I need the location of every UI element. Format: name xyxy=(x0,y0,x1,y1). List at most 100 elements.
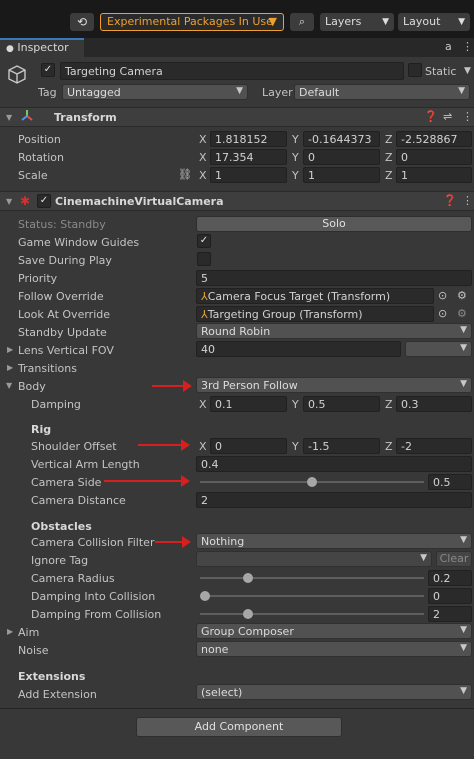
damping-z-field[interactable]: 0.3 xyxy=(396,396,472,412)
damping-into-collision-field[interactable]: 0 xyxy=(428,588,472,604)
slider-knob[interactable] xyxy=(242,609,253,619)
position-y-field[interactable]: -0.1644373 xyxy=(303,131,380,147)
layers-dropdown[interactable]: Layers ▼ xyxy=(320,13,394,31)
solo-button[interactable]: Solo xyxy=(196,216,472,232)
object-picker-icon[interactable]: ⊙ xyxy=(438,289,447,302)
lens-vertical-fov-label: Lens Vertical FOV xyxy=(18,344,114,357)
tag-dropdown[interactable]: Untagged ▼ xyxy=(62,84,248,100)
rotation-x-field[interactable]: 17.354 xyxy=(210,149,287,165)
camera-distance-field[interactable]: 2 xyxy=(196,492,472,508)
position-z-field[interactable]: -2.528867 xyxy=(396,131,472,147)
slider-knob[interactable] xyxy=(307,477,317,487)
save-during-play-checkbox[interactable] xyxy=(197,252,211,266)
position-label: Position xyxy=(18,133,61,146)
add-extension-dropdown[interactable]: (select) ▼ xyxy=(196,684,472,700)
fold-arrow-icon[interactable]: ▶ xyxy=(7,363,13,372)
ignore-tag-dropdown[interactable]: ▼ xyxy=(196,551,432,567)
gear-icon[interactable]: ⚙ xyxy=(457,307,467,320)
damping-into-collision-slider[interactable] xyxy=(200,587,424,605)
layout-label: Layout xyxy=(403,15,441,28)
chevron-down-icon: ▼ xyxy=(236,86,243,96)
shoulder-y-field[interactable]: -1.5 xyxy=(303,438,380,454)
camera-side-field[interactable]: 0.5 xyxy=(428,474,472,490)
camera-collision-filter-dropdown[interactable]: Nothing ▼ xyxy=(196,533,472,549)
chevron-down-icon: ▼ xyxy=(420,553,427,563)
chevron-down-icon: ▼ xyxy=(460,325,467,335)
annotation-arrow xyxy=(152,380,192,392)
rotation-y-field[interactable]: 0 xyxy=(303,149,380,165)
annotation-arrow xyxy=(104,475,190,487)
body-dropdown[interactable]: 3rd Person Follow ▼ xyxy=(196,377,472,393)
link-scale-icon[interactable]: ⛓ xyxy=(178,168,192,181)
static-dropdown-icon[interactable]: ▼ xyxy=(464,66,471,76)
gear-icon[interactable]: ⚙ xyxy=(457,289,467,302)
history-icon[interactable]: ⟲ xyxy=(70,13,94,31)
help-icon[interactable]: ❓ xyxy=(424,110,438,123)
damping-from-collision-slider[interactable] xyxy=(200,605,424,623)
clear-label: Clear xyxy=(439,552,469,565)
axis-y-label: Y xyxy=(292,133,299,146)
vcam-enabled-checkbox[interactable]: ✓ xyxy=(37,194,51,208)
camera-collision-filter-value: Nothing xyxy=(201,535,245,548)
search-button[interactable]: ⌕ xyxy=(290,13,314,31)
aim-dropdown[interactable]: Group Composer ▼ xyxy=(196,623,472,639)
annotation-arrow xyxy=(155,536,191,548)
rig-heading: Rig xyxy=(31,423,52,436)
static-checkbox[interactable] xyxy=(408,63,422,77)
component-menu-icon[interactable]: ⋮ xyxy=(462,194,473,207)
clear-button[interactable]: Clear xyxy=(436,551,472,567)
object-picker-icon[interactable]: ⊙ xyxy=(438,307,447,320)
shoulder-z-field[interactable]: -2 xyxy=(396,438,472,454)
standby-update-label: Standby Update xyxy=(18,326,107,339)
standby-update-dropdown[interactable]: Round Robin ▼ xyxy=(196,323,472,339)
static-label: Static xyxy=(425,65,457,78)
camera-side-slider[interactable] xyxy=(200,473,424,491)
scale-x-field[interactable]: 1 xyxy=(210,167,287,183)
slider-knob[interactable] xyxy=(200,591,210,601)
add-component-label: Add Component xyxy=(194,720,284,733)
fold-arrow-icon[interactable]: ▶ xyxy=(7,627,13,636)
layer-dropdown[interactable]: Default ▼ xyxy=(294,84,470,100)
vertical-arm-length-field[interactable]: 0.4 xyxy=(196,456,472,472)
rotation-z-field[interactable]: 0 xyxy=(396,149,472,165)
game-window-guides-checkbox[interactable]: ✓ xyxy=(197,234,211,248)
priority-field[interactable]: 5 xyxy=(196,270,472,286)
follow-override-field[interactable]: ⅄Camera Focus Target (Transform) xyxy=(196,288,434,304)
damping-x-field[interactable]: 0.1 xyxy=(210,396,287,412)
gameobject-icon xyxy=(6,64,28,86)
fold-arrow-icon[interactable]: ▶ xyxy=(7,345,13,354)
add-component-button[interactable]: Add Component xyxy=(136,717,342,737)
fold-arrow-icon[interactable]: ▼ xyxy=(6,113,12,122)
axis-y-label: Y xyxy=(292,398,299,411)
game-window-guides-label: Game Window Guides xyxy=(18,236,140,249)
fold-arrow-icon[interactable]: ▼ xyxy=(6,197,12,206)
noise-label: Noise xyxy=(18,644,49,657)
component-menu-icon[interactable]: ⋮ xyxy=(462,110,473,123)
scale-z-field[interactable]: 1 xyxy=(396,167,472,183)
slider-knob[interactable] xyxy=(242,573,253,583)
experimental-packages-button[interactable]: Experimental Packages In Use ▼ xyxy=(100,13,284,31)
layer-value: Default xyxy=(299,86,340,99)
lock-icon[interactable]: a xyxy=(445,40,452,53)
tab-menu-icon[interactable]: ⋮ xyxy=(462,40,473,53)
preset-icon[interactable]: ⇌ xyxy=(443,110,452,123)
help-icon[interactable]: ❓ xyxy=(443,194,457,207)
damping-y-field[interactable]: 0.5 xyxy=(303,396,380,412)
scale-y-field[interactable]: 1 xyxy=(303,167,380,183)
tab-inspector[interactable]: ● Inspector xyxy=(0,38,84,57)
obstacles-heading: Obstacles xyxy=(31,520,92,533)
look-at-override-field[interactable]: ⅄Targeting Group (Transform) xyxy=(196,306,434,322)
lens-preset-dropdown[interactable]: ▼ xyxy=(405,341,472,357)
active-checkbox[interactable]: ✓ xyxy=(41,63,55,77)
object-name-field[interactable]: Targeting Camera xyxy=(60,62,404,80)
lens-vertical-fov-field[interactable]: 40 xyxy=(196,341,401,357)
fold-arrow-icon[interactable]: ▼ xyxy=(6,381,12,390)
camera-radius-slider[interactable] xyxy=(200,569,424,587)
camera-radius-field[interactable]: 0.2 xyxy=(428,570,472,586)
position-x-field[interactable]: 1.818152 xyxy=(210,131,287,147)
layout-dropdown[interactable]: Layout ▼ xyxy=(398,13,470,31)
damping-from-collision-field[interactable]: 2 xyxy=(428,606,472,622)
noise-dropdown[interactable]: none ▼ xyxy=(196,641,472,657)
shoulder-x-field[interactable]: 0 xyxy=(210,438,287,454)
axis-x-label: X xyxy=(199,169,207,182)
